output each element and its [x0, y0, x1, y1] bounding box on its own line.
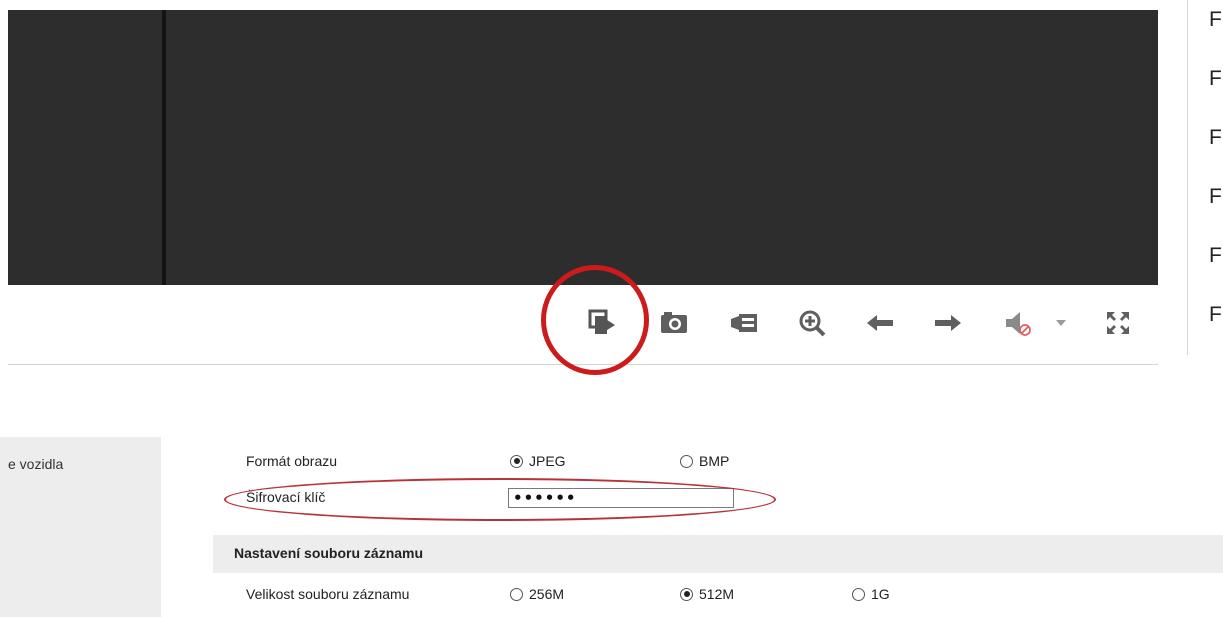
- radio-512m-label: 512M: [699, 586, 735, 602]
- right-list-item[interactable]: F: [1209, 185, 1222, 209]
- right-side-list: F F F F F F: [1187, 0, 1223, 355]
- settings-side-menu: e vozidla: [0, 437, 161, 617]
- record-file-size-label: Velikost souboru záznamu: [246, 586, 410, 602]
- video-window-divider: [162, 10, 166, 285]
- radio-512m-indicator[interactable]: [680, 587, 693, 601]
- side-menu-item[interactable]: e vozidla: [8, 456, 63, 472]
- radio-512m[interactable]: 512M: [680, 586, 734, 602]
- arrow-right-icon[interactable]: [932, 307, 964, 339]
- fullscreen-icon[interactable]: [1102, 307, 1134, 339]
- record-file-section-header: Nastavení souboru záznamu: [213, 535, 1223, 573]
- radio-1g-indicator[interactable]: [852, 587, 865, 601]
- audio-muted-icon[interactable]: [1002, 307, 1034, 339]
- right-list-item[interactable]: F: [1209, 67, 1222, 91]
- encryption-key-label: Šifrovací klíč: [246, 489, 326, 505]
- right-list-item[interactable]: F: [1209, 8, 1222, 32]
- radio-bmp-indicator[interactable]: [680, 454, 693, 468]
- radio-1g-label: 1G: [871, 586, 890, 602]
- right-list-item[interactable]: F: [1209, 303, 1222, 327]
- radio-jpeg[interactable]: JPEG: [510, 453, 566, 469]
- snapshot-icon[interactable]: [658, 307, 690, 339]
- playback-icon[interactable]: [586, 307, 618, 339]
- live-view-toolbar: [8, 285, 1158, 365]
- video-viewport[interactable]: [8, 10, 1158, 285]
- record-icon[interactable]: [728, 307, 760, 339]
- radio-256m-indicator[interactable]: [510, 587, 523, 601]
- radio-jpeg-label: JPEG: [529, 453, 566, 469]
- right-list-item[interactable]: F: [1209, 244, 1222, 268]
- arrow-left-icon[interactable]: [864, 307, 896, 339]
- radio-bmp-label: BMP: [699, 453, 730, 469]
- radio-256m[interactable]: 256M: [510, 586, 564, 602]
- radio-1g[interactable]: 1G: [852, 586, 890, 602]
- encryption-key-input[interactable]: ••••••: [508, 488, 734, 508]
- dropdown-arrow-icon[interactable]: [1054, 307, 1068, 339]
- radio-256m-label: 256M: [529, 586, 565, 602]
- radio-jpeg-indicator[interactable]: [510, 454, 523, 468]
- radio-bmp[interactable]: BMP: [680, 453, 729, 469]
- right-list-item[interactable]: F: [1209, 126, 1222, 150]
- zoom-in-icon[interactable]: [796, 307, 828, 339]
- section-title: Nastavení souboru záznamu: [234, 545, 424, 561]
- image-format-label: Formát obrazu: [246, 453, 338, 469]
